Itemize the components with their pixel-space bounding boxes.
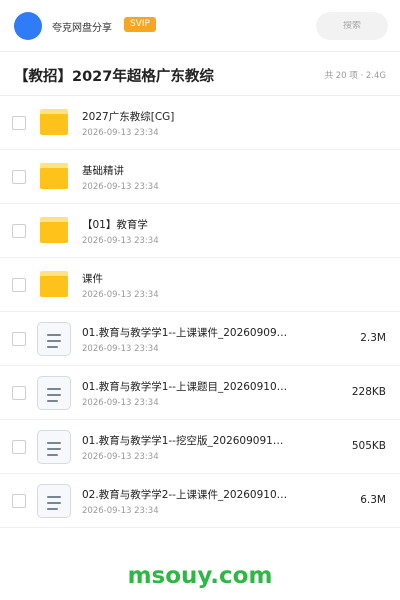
file-row[interactable]: 02.教育与教学学2--上课课件_20260910… 2026-09-13 23… (0, 474, 400, 528)
document-icon (37, 430, 71, 464)
file-size: 2.3M (360, 332, 386, 344)
select-checkbox[interactable] (12, 332, 26, 346)
file-size: 505KB (351, 440, 386, 452)
file-date: 2026-09-13 23:34 (82, 452, 159, 462)
folder-icon (40, 217, 68, 243)
file-name: 【01】教育学 (82, 219, 148, 231)
file-name: 02.教育与教学学2--上课课件_20260910… (82, 489, 288, 501)
file-date: 2026-09-13 23:34 (82, 398, 159, 408)
file-list: 2027广东教综[CG] 2026-09-13 23:34 基础精讲 2026-… (0, 96, 400, 528)
share-title-bar: 【教招】2027年超格广东教综 共 20 项 · 2.4G (0, 52, 400, 96)
file-row[interactable]: 【01】教育学 2026-09-13 23:34 (0, 204, 400, 258)
document-icon (37, 376, 71, 410)
select-checkbox[interactable] (12, 116, 26, 130)
file-date: 2026-09-13 23:34 (82, 236, 159, 246)
file-date: 2026-09-13 23:34 (82, 344, 159, 354)
folder-icon (40, 163, 68, 189)
select-checkbox[interactable] (12, 278, 26, 292)
select-checkbox[interactable] (12, 494, 26, 508)
file-name: 01.教育与教学学1--上课课件_20260909… (82, 327, 288, 339)
file-name: 01.教育与教学学1--挖空版_202609091… (82, 435, 284, 447)
select-checkbox[interactable] (12, 170, 26, 184)
top-bar: 夸克网盘分享 SVIP (0, 0, 400, 52)
document-icon (37, 484, 71, 518)
file-row[interactable]: 课件 2026-09-13 23:34 (0, 258, 400, 312)
file-row[interactable]: 2027广东教综[CG] 2026-09-13 23:34 (0, 96, 400, 150)
share-title: 【教招】2027年超格广东教综 (14, 69, 214, 85)
document-icon (37, 322, 71, 356)
sharer-name: 夸克网盘分享 (52, 23, 112, 34)
file-date: 2026-09-13 23:34 (82, 128, 159, 138)
file-date: 2026-09-13 23:34 (82, 506, 159, 516)
file-row[interactable]: 01.教育与教学学1--挖空版_202609091… 2026-09-13 23… (0, 420, 400, 474)
search-box[interactable] (316, 12, 388, 40)
file-size: 6.3M (360, 494, 386, 506)
file-size: 228KB (351, 386, 386, 398)
folder-icon (40, 109, 68, 135)
file-name: 课件 (82, 273, 103, 285)
file-date: 2026-09-13 23:34 (82, 290, 159, 300)
share-meta: 共 20 项 · 2.4G (324, 71, 386, 81)
select-checkbox[interactable] (12, 224, 26, 238)
file-date: 2026-09-13 23:34 (82, 182, 159, 192)
file-name: 01.教育与教学学1--上课题目_20260910… (82, 381, 288, 393)
avatar[interactable] (14, 12, 42, 40)
svip-badge: SVIP (124, 17, 156, 32)
file-row[interactable]: 基础精讲 2026-09-13 23:34 (0, 150, 400, 204)
file-row[interactable]: 01.教育与教学学1--上课题目_20260910… 2026-09-13 23… (0, 366, 400, 420)
folder-icon (40, 271, 68, 297)
search-input[interactable] (322, 21, 382, 31)
select-checkbox[interactable] (12, 386, 26, 400)
file-row[interactable]: 01.教育与教学学1--上课课件_20260909… 2026-09-13 23… (0, 312, 400, 366)
watermark: msouy.com (127, 563, 273, 589)
select-checkbox[interactable] (12, 440, 26, 454)
file-name: 2027广东教综[CG] (82, 111, 175, 123)
file-name: 基础精讲 (82, 165, 124, 177)
